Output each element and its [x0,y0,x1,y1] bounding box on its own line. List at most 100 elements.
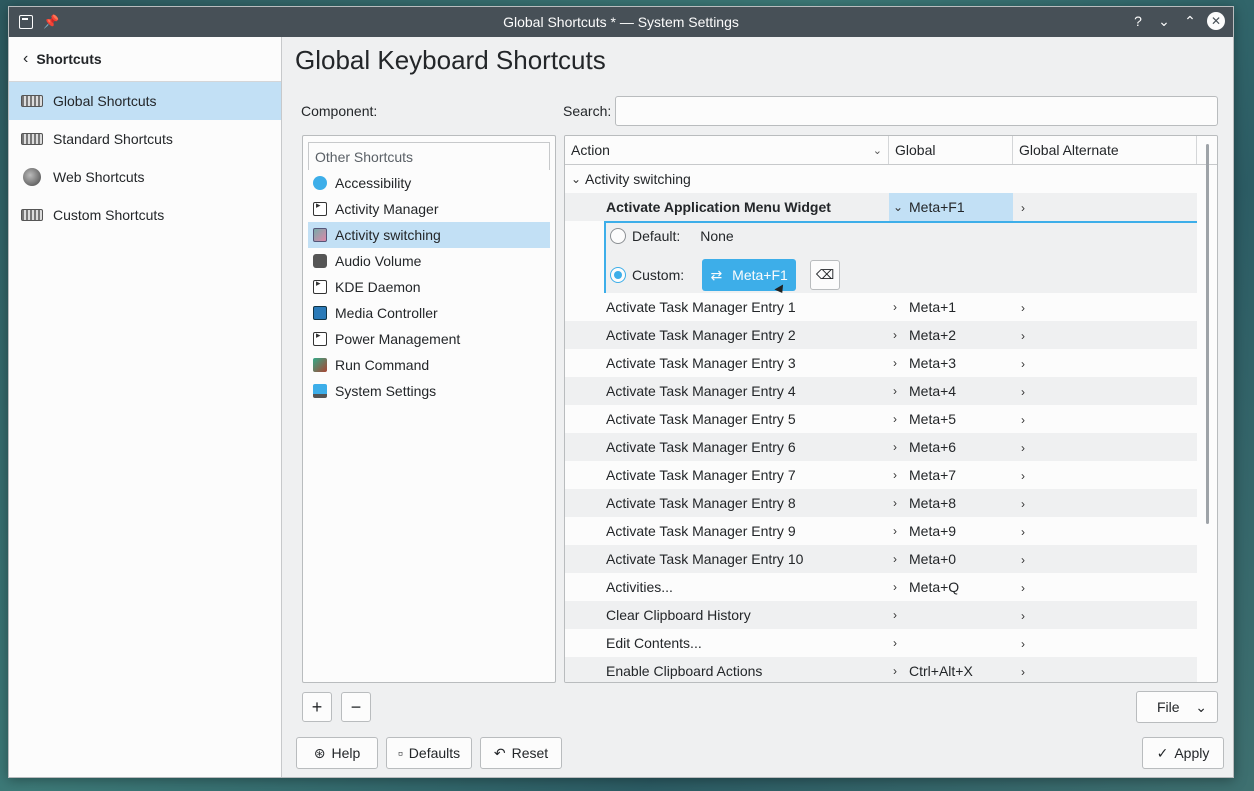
component-item-system-settings[interactable]: System Settings [308,378,550,404]
chevron-right-icon[interactable]: › [893,468,901,482]
file-label: File [1157,699,1180,715]
sidebar-item-standard-shortcuts[interactable]: Standard Shortcuts [9,120,281,158]
search-label: Search: [563,103,612,119]
component-item-media-controller[interactable]: Media Controller [308,300,550,326]
component-item-power-management[interactable]: Power Management [308,326,550,352]
global-shortcut-cell: Meta+6 [909,439,957,455]
media-player-icon [313,306,327,320]
sidebar-item-web-shortcuts[interactable]: Web Shortcuts [9,158,281,196]
table-row[interactable]: Activate Task Manager Entry 4 › Meta+4 › [565,377,1197,405]
global-shortcut-cell: Ctrl+Alt+X [909,663,973,679]
chevron-right-icon[interactable]: › [1021,637,1029,651]
table-row[interactable]: Activate Task Manager Entry 1 › Meta+1 › [565,293,1197,321]
column-header-global-alternate[interactable]: Global Alternate [1013,136,1197,164]
remove-button[interactable]: − [341,692,371,722]
chevron-right-icon[interactable]: › [1021,665,1029,679]
window-menu-icon[interactable] [19,15,33,29]
component-item-label: System Settings [335,383,437,399]
component-item-activity-manager[interactable]: Activity Manager [308,196,550,222]
chevron-right-icon[interactable]: › [1021,201,1029,215]
chevron-right-icon[interactable]: › [1021,609,1029,623]
chevron-right-icon[interactable]: › [1021,469,1029,483]
component-item-kde-daemon[interactable]: KDE Daemon [308,274,550,300]
chevron-right-icon[interactable]: › [893,580,901,594]
reset-button[interactable]: ↶ Reset [480,737,562,769]
chevron-right-icon[interactable]: › [893,636,901,650]
table-row[interactable]: Edit Contents... › › [565,629,1197,657]
chevron-right-icon[interactable]: › [1021,581,1029,595]
sidebar: ‹ Shortcuts Global Shortcuts Standard Sh… [9,37,282,777]
chevron-right-icon[interactable]: › [1021,385,1029,399]
chevron-right-icon[interactable]: › [1021,329,1029,343]
component-item-audio-volume[interactable]: Audio Volume [308,248,550,274]
table-row-selected[interactable]: Activate Application Menu Widget ⌄ Meta+… [565,193,1197,221]
help-icon[interactable]: ? [1129,12,1147,30]
sidebar-item-global-shortcuts[interactable]: Global Shortcuts [9,82,281,120]
table-row[interactable]: Activate Task Manager Entry 6 › Meta+6 › [565,433,1197,461]
sidebar-item-custom-shortcuts[interactable]: Custom Shortcuts [9,196,281,234]
table-row[interactable]: Activate Task Manager Entry 3 › Meta+3 › [565,349,1197,377]
chevron-down-icon[interactable]: ⌄ [893,200,903,214]
chevron-right-icon[interactable]: › [893,664,901,678]
default-value: None [700,228,734,244]
chevron-down-icon[interactable]: ⌄ [571,172,581,186]
vertical-scrollbar[interactable] [1206,144,1209,524]
chevron-right-icon[interactable]: › [1021,525,1029,539]
component-item-activity-switching[interactable]: Activity switching [308,222,550,248]
action-cell: Activate Task Manager Entry 8 [606,495,796,511]
table-row[interactable]: Activities... › Meta+Q › [565,573,1197,601]
table-row[interactable]: Activate Task Manager Entry 5 › Meta+5 › [565,405,1197,433]
component-item-accessibility[interactable]: Accessibility [308,170,550,196]
chevron-right-icon[interactable]: › [893,552,901,566]
table-row[interactable]: Enable Clipboard Actions › Ctrl+Alt+X › [565,657,1197,682]
table-row[interactable]: Activate Task Manager Entry 10 › Meta+0 › [565,545,1197,573]
monitor-icon [313,384,327,398]
defaults-button[interactable]: ▫ Defaults [386,737,472,769]
maximize-icon[interactable]: ⌃ [1181,12,1199,30]
chevron-right-icon[interactable]: › [893,496,901,510]
chevron-right-icon[interactable]: › [893,328,901,342]
chevron-right-icon[interactable]: › [1021,413,1029,427]
configure-icon: ⇄ [710,266,723,283]
column-header-action[interactable]: Action ⌄ [565,136,889,164]
action-cell: Activate Task Manager Entry 2 [606,327,796,343]
table-row[interactable]: Activate Task Manager Entry 9 › Meta+9 › [565,517,1197,545]
chevron-right-icon[interactable]: › [893,384,901,398]
chevron-right-icon[interactable]: › [1021,553,1029,567]
close-icon[interactable]: ✕ [1207,12,1225,30]
chevron-right-icon[interactable]: › [1021,357,1029,371]
shortcuts-table[interactable]: Action ⌄ Global Global Alternate ⌄ Activ… [564,135,1218,683]
chevron-right-icon[interactable]: › [893,440,901,454]
table-row[interactable]: Activate Task Manager Entry 2 › Meta+2 › [565,321,1197,349]
global-shortcut-cell: Meta+2 [909,327,957,343]
chevron-right-icon[interactable]: › [893,356,901,370]
chevron-right-icon[interactable]: › [1021,441,1029,455]
column-header-global[interactable]: Global [889,136,1013,164]
chevron-right-icon[interactable]: › [1021,301,1029,315]
sidebar-back-button[interactable]: ‹ Shortcuts [9,37,281,82]
search-input[interactable] [615,96,1218,126]
chevron-right-icon[interactable]: › [893,300,901,314]
table-row[interactable]: Activate Task Manager Entry 8 › Meta+8 › [565,489,1197,517]
custom-radio[interactable] [610,267,626,283]
help-button[interactable]: ⊛ Help [296,737,378,769]
titlebar[interactable]: 📌 Global Shortcuts * — System Settings ?… [9,7,1233,37]
add-button[interactable]: + [302,692,332,722]
default-radio[interactable] [610,228,626,244]
minimize-icon[interactable]: ⌄ [1155,12,1173,30]
chevron-right-icon[interactable]: › [1021,497,1029,511]
chevron-right-icon[interactable]: › [893,412,901,426]
column-header-label: Global Alternate [1019,142,1119,158]
table-row[interactable]: Activate Task Manager Entry 7 › Meta+7 › [565,461,1197,489]
chevron-right-icon[interactable]: › [893,524,901,538]
clear-shortcut-button[interactable]: ⌫ [810,260,841,290]
pin-icon[interactable]: 📌 [43,14,59,30]
component-item-run-command[interactable]: Run Command [308,352,550,378]
global-shortcut-cell: Meta+5 [909,411,957,427]
table-row[interactable]: Clear Clipboard History › › [565,601,1197,629]
apply-button[interactable]: ✓ Apply [1142,737,1224,769]
file-dropdown[interactable]: File ⌄ [1136,691,1218,723]
component-list[interactable]: Other Shortcuts Accessibility Activity M… [302,135,556,683]
group-row-activity-switching[interactable]: ⌄ Activity switching [565,165,1197,193]
chevron-right-icon[interactable]: › [893,608,901,622]
